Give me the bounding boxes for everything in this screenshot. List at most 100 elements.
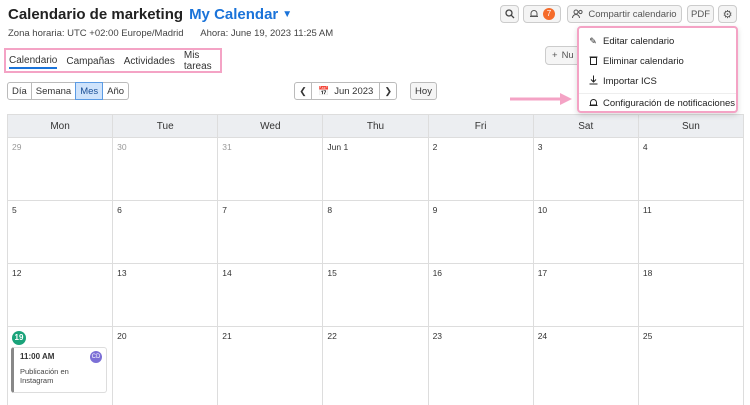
day-cell[interactable]: 17 [533, 264, 639, 327]
weekday-label: Mon [8, 115, 114, 138]
avatar: CD [90, 351, 102, 363]
day-cell[interactable]: Jun 1 [323, 138, 429, 201]
day-cell[interactable]: 12 [8, 264, 114, 327]
day-cell[interactable]: 5 [8, 201, 114, 264]
day-cell[interactable]: 22 [323, 327, 429, 405]
chevron-down-icon[interactable]: ▼ [282, 9, 292, 20]
download-icon [587, 75, 599, 87]
day-number: 4 [642, 142, 648, 152]
menu-item-label: Eliminar calendario [603, 55, 684, 67]
day-cell[interactable]: 31 [218, 138, 324, 201]
share-calendar-button[interactable]: Compartir calendario [567, 5, 682, 23]
pdf-button[interactable]: PDF [687, 5, 714, 23]
timezone-info: Zona horaria: UTC +02:00 Europe/Madrid A… [8, 28, 333, 39]
weekday-label: Fri [428, 115, 534, 138]
prev-month-button[interactable]: ❮ [294, 82, 312, 100]
today-button[interactable]: Hoy [410, 82, 437, 100]
day-cell[interactable]: 10 [533, 201, 639, 264]
tab-calendario[interactable]: Calendario [9, 53, 58, 69]
day-cell[interactable]: 11 [638, 201, 744, 264]
day-cell[interactable]: 16 [428, 264, 534, 327]
day-number: 21 [222, 331, 232, 341]
view-day-button[interactable]: Día [7, 82, 32, 100]
day-cell[interactable]: 24 [534, 327, 639, 405]
day-number: 24 [537, 331, 548, 341]
day-number: 16 [432, 268, 443, 278]
weekday-label: Sun [638, 115, 744, 138]
menu-item-edit-calendar[interactable]: ✎ Editar calendario [579, 31, 736, 51]
notifications-badge: 7 [543, 8, 555, 20]
day-number: 8 [327, 205, 333, 215]
day-number: 17 [537, 268, 548, 278]
menu-item-label: Importar ICS [603, 75, 657, 87]
next-month-button[interactable]: ❯ [379, 82, 398, 100]
day-number: 12 [12, 268, 22, 278]
day-number: 2 [432, 142, 438, 152]
day-number: 14 [222, 268, 232, 278]
day-number: 30 [117, 142, 127, 152]
day-cell[interactable]: 23 [429, 327, 534, 405]
day-number: 7 [222, 205, 228, 215]
day-cell[interactable]: 15 [323, 264, 429, 327]
view-tabs: Calendario Campañas Actividades Mis tare… [4, 48, 222, 73]
menu-item-delete-calendar[interactable]: Eliminar calendario [579, 51, 736, 71]
day-cell[interactable]: 4 [638, 138, 744, 201]
day-cell[interactable]: 21 [218, 327, 324, 405]
settings-button[interactable]: ⚙ [718, 5, 737, 23]
calendar-event[interactable]: 11:00 AM CD Publicación en Instagram [11, 347, 107, 393]
view-week-button[interactable]: Semana [30, 82, 77, 100]
weekday-label: Sat [533, 115, 639, 138]
day-number: 6 [117, 205, 122, 215]
view-year-button[interactable]: Año [102, 82, 130, 100]
day-cell[interactable]: 9 [428, 201, 534, 264]
day-cell[interactable]: 29 [8, 138, 114, 201]
weekday-label: Wed [218, 115, 324, 138]
weekday-label: Tue [113, 115, 219, 138]
plus-icon: + [552, 50, 558, 61]
week-row: 12 13 14 15 16 17 18 [8, 264, 744, 327]
day-cell[interactable]: 30 [113, 138, 219, 201]
tab-campanas[interactable]: Campañas [66, 54, 114, 68]
day-cell-today[interactable]: 19 11:00 AM CD Publicación en Instagram [8, 327, 114, 405]
day-number: 31 [222, 142, 232, 152]
menu-item-label: Editar calendario [603, 35, 675, 47]
day-cell[interactable]: 8 [323, 201, 429, 264]
week-row: 5 6 7 8 9 10 11 [8, 201, 744, 264]
search-button[interactable] [500, 5, 519, 23]
day-cell[interactable]: 14 [218, 264, 324, 327]
current-month-label: Jun 2023 [334, 85, 374, 97]
day-cell[interactable]: 6 [113, 201, 219, 264]
view-month-button[interactable]: Mes [75, 82, 104, 100]
day-cell[interactable]: 2 [428, 138, 534, 201]
day-cell[interactable]: 25 [639, 327, 744, 405]
day-number: 23 [432, 331, 443, 341]
tab-actividades[interactable]: Actividades [124, 54, 175, 68]
day-cell[interactable]: 13 [113, 264, 219, 327]
pencil-icon: ✎ [589, 35, 597, 46]
month-grid: Mon Tue Wed Thu Fri Sat Sun 29 30 31 Jun… [7, 114, 744, 405]
weekday-header: Mon Tue Wed Thu Fri Sat Sun [8, 115, 744, 138]
gear-icon: ⚙ [722, 8, 733, 21]
day-number: 10 [537, 205, 548, 215]
day-number: 9 [432, 205, 438, 215]
calendar-selector[interactable]: My Calendar [189, 6, 278, 23]
tab-mis-tareas[interactable]: Mis tareas [184, 48, 212, 73]
date-navigator: ❮ 📅 Jun 2023 ❯ [294, 82, 398, 100]
date-picker[interactable]: 📅 Jun 2023 [312, 82, 380, 100]
menu-item-import-ics[interactable]: Importar ICS [579, 71, 736, 91]
chevron-right-icon: ❯ [384, 85, 393, 96]
day-number: 29 [12, 142, 22, 152]
week-row: 19 11:00 AM CD Publicación en Instagram … [8, 327, 744, 405]
settings-menu: ✎ Editar calendario Eliminar calendario … [577, 26, 738, 113]
pdf-label: PDF [691, 8, 710, 20]
day-cell[interactable]: 18 [638, 264, 744, 327]
menu-item-notification-settings[interactable]: Configuración de notificaciones [579, 93, 736, 113]
new-button-label: Nu [561, 50, 574, 61]
day-cell[interactable]: 7 [218, 201, 324, 264]
event-time: 11:00 AM [20, 352, 55, 361]
day-cell[interactable]: 3 [533, 138, 639, 201]
day-number: 13 [117, 268, 127, 278]
notifications-button[interactable]: 7 [523, 5, 561, 23]
menu-item-label: Configuración de notificaciones [603, 98, 736, 109]
day-cell[interactable]: 20 [113, 327, 219, 405]
